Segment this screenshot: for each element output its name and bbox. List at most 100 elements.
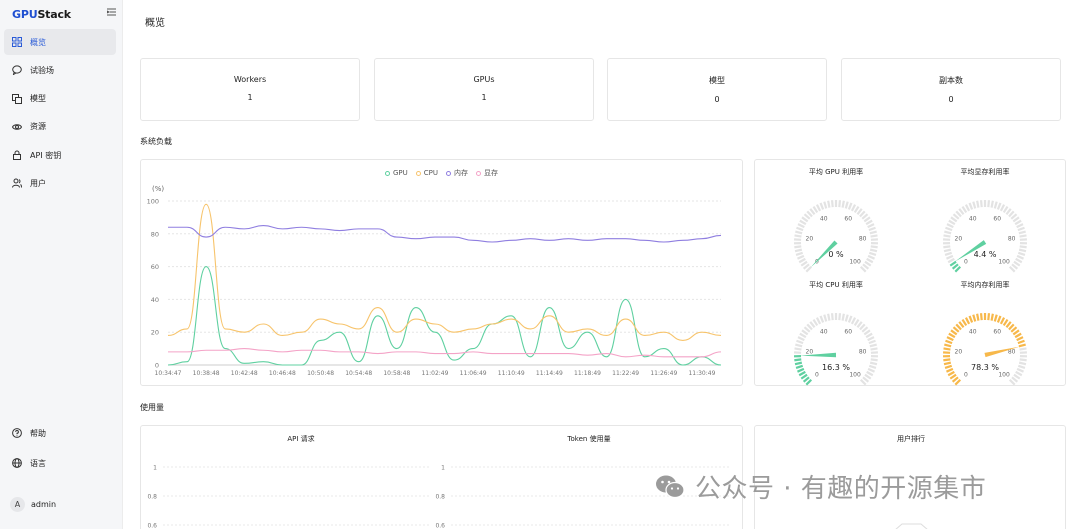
gauge-tick xyxy=(844,314,849,322)
gauge-tick xyxy=(1017,339,1025,345)
gauge-tick xyxy=(1005,321,1012,329)
chat-icon xyxy=(12,65,22,76)
gauge-tick xyxy=(1017,251,1026,257)
gauge-tick xyxy=(1018,361,1027,366)
gauge-tick-label: 100 xyxy=(998,372,1010,379)
gauge-tick xyxy=(968,315,974,323)
gauge-tick xyxy=(1012,329,1020,336)
gauge-tick-label: 20 xyxy=(806,348,814,355)
gauge-tick xyxy=(802,376,810,383)
x-tick-label: 11:10:49 xyxy=(498,370,525,377)
gauge-tick xyxy=(823,201,828,209)
x-tick-label: 10:42:48 xyxy=(231,370,258,377)
sidebar-item-language[interactable]: 语言 xyxy=(4,450,116,476)
stat-value: 0 xyxy=(948,95,954,104)
gauge-tick xyxy=(819,202,825,210)
app-logo[interactable]: GPUStack xyxy=(12,8,71,21)
avatar: A xyxy=(10,497,25,512)
gauge-tick xyxy=(1002,318,1009,327)
gauge-tick xyxy=(996,202,1002,210)
usage-y-tick-label: 1 xyxy=(441,465,445,472)
gauge-tick xyxy=(866,370,874,377)
sidebar-item-users[interactable]: 用户 xyxy=(4,170,116,196)
gauge-tick xyxy=(1010,326,1018,333)
gauge-tick xyxy=(1016,223,1024,229)
gauge-tick xyxy=(847,315,853,323)
gauge-tick xyxy=(1016,254,1024,260)
gauge-tick xyxy=(869,361,878,366)
usage-charts: 1 0.8 0.6 1 0.8 0.6 xyxy=(147,465,731,529)
grid-icon xyxy=(12,37,22,47)
gauge-tick xyxy=(999,317,1006,325)
gauge-tick xyxy=(794,248,803,253)
x-tick-label: 10:50:48 xyxy=(307,370,334,377)
gauge-tick xyxy=(964,317,971,325)
gauge-tick xyxy=(943,347,951,351)
gauge-tick xyxy=(948,219,956,226)
gauge-tick xyxy=(844,201,849,209)
gauge-tick xyxy=(803,213,811,220)
sidebar-item-api-keys[interactable]: API 密钥 xyxy=(4,142,116,168)
gauge-title: 平均 GPU 利用率 xyxy=(809,167,863,176)
gauge-tick xyxy=(1015,257,1023,264)
usage-y-tick-label: 0.6 xyxy=(435,523,445,529)
gauge-tick xyxy=(1008,265,1016,273)
sidebar-item-label: 帮助 xyxy=(30,428,46,438)
x-tick-label: 10:54:48 xyxy=(345,370,372,377)
gauge-tick xyxy=(838,313,842,321)
gauge-tick-label: 60 xyxy=(993,328,1001,335)
gauge-tick xyxy=(797,336,805,342)
gauge-tick xyxy=(1005,208,1012,216)
sidebar-item-label: 概览 xyxy=(30,37,46,47)
sidebar-item-help[interactable]: 帮助 xyxy=(4,420,116,446)
gauge-tick xyxy=(803,326,811,333)
gauge-tick xyxy=(954,378,962,386)
gauge-tick xyxy=(797,223,805,229)
gauge-tick-label: 40 xyxy=(969,215,977,222)
gauge-tick xyxy=(794,358,802,362)
gauge-tick xyxy=(797,367,805,373)
gauge-tick xyxy=(862,263,870,270)
gauge-tick xyxy=(972,314,977,322)
gauge-tick xyxy=(863,329,871,336)
gauge-tick xyxy=(950,329,958,336)
sidebar: GPUStack 概览 试验场 模型 资源 API 密钥 用户 帮助 语言 A … xyxy=(0,0,123,529)
gauge-tick xyxy=(867,223,875,229)
stat-value: 1 xyxy=(247,93,253,102)
collapse-sidebar-icon[interactable] xyxy=(105,8,117,18)
gauge-tick xyxy=(861,213,869,220)
gauge-tick xyxy=(798,370,806,377)
gauge-tick-label: 80 xyxy=(1008,235,1016,242)
sidebar-item-resources[interactable]: 资源 xyxy=(4,114,116,140)
gauge-tick xyxy=(1014,332,1022,339)
gauge-tick xyxy=(1017,364,1026,370)
sidebar-item-playground[interactable]: 试验场 xyxy=(4,57,116,83)
gauge-tick-label: 40 xyxy=(820,215,828,222)
stat-label: Workers xyxy=(233,75,267,84)
stat-value: 1 xyxy=(481,93,487,102)
gauge-tick-label: 0 xyxy=(815,372,819,379)
sidebar-bottom-nav: 帮助 语言 xyxy=(4,420,116,480)
x-tick-label: 11:02:49 xyxy=(421,370,448,377)
gauge-tick xyxy=(799,332,807,339)
gauge-tick xyxy=(865,219,873,226)
gauge-tick xyxy=(976,200,980,208)
gauge-tick xyxy=(847,202,853,210)
eye-icon xyxy=(12,122,22,132)
gauge-tick xyxy=(955,210,962,218)
usage-y-tick-label: 0.8 xyxy=(147,494,157,501)
gauge-tick xyxy=(1013,260,1021,267)
y-tick-label: 0 xyxy=(155,362,159,370)
gauge-tick xyxy=(795,343,803,348)
y-tick-label: 20 xyxy=(151,329,159,337)
gauge-tick-label: 60 xyxy=(844,215,852,222)
sidebar-item-models[interactable]: 模型 xyxy=(4,86,116,112)
sidebar-item-overview[interactable]: 概览 xyxy=(4,29,116,55)
user-menu[interactable]: A admin xyxy=(10,497,56,512)
watermark-text: 公众号 · 有趣的开源集市 xyxy=(695,474,987,504)
x-tick-label: 11:22:49 xyxy=(612,370,639,377)
sidebar-item-label: 用户 xyxy=(30,178,46,188)
gauge-tick xyxy=(952,326,960,333)
x-tick-label: 11:18:49 xyxy=(574,370,601,377)
gauge-tick xyxy=(809,321,816,329)
